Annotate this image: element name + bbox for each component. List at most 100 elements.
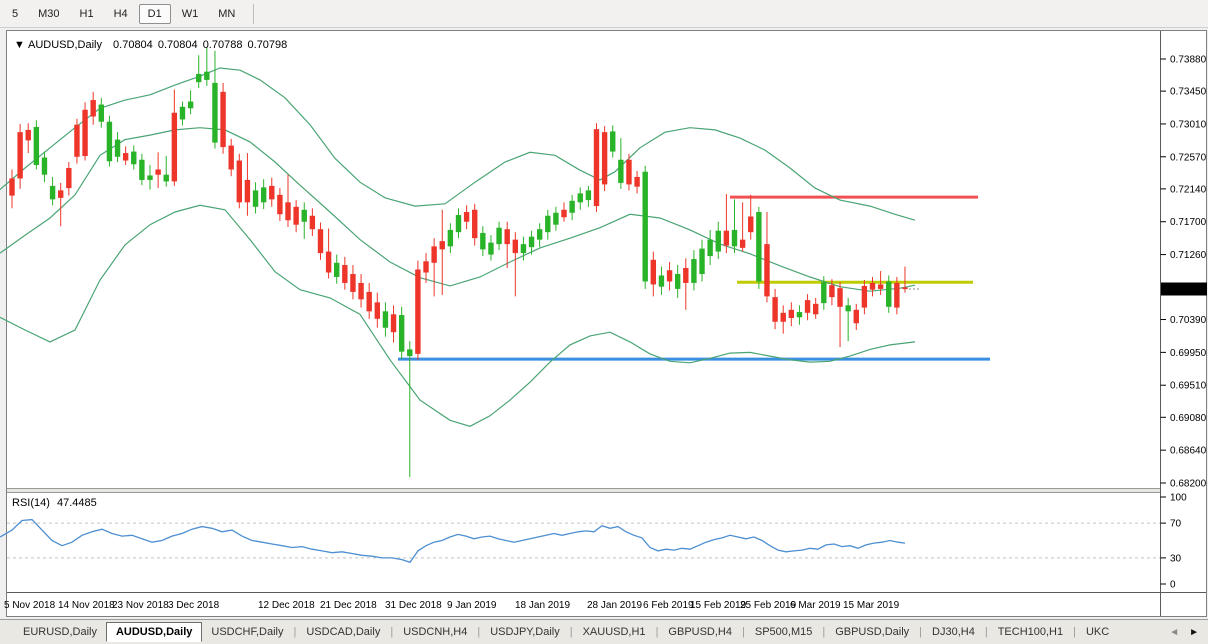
- timeframe-button-h4[interactable]: H4: [105, 4, 137, 24]
- candle-bull: [691, 259, 696, 283]
- candle-bear: [310, 216, 315, 229]
- timeframe-button-mn[interactable]: MN: [209, 4, 244, 24]
- tab-usdjpy-daily[interactable]: USDJPY,Daily: [481, 623, 569, 641]
- candle-bull: [334, 263, 339, 277]
- candle-bear: [58, 190, 63, 197]
- price-axis-label: 0.73880: [1170, 55, 1207, 66]
- price-axis-label: 0.68200: [1170, 479, 1207, 490]
- date-axis-label: 25 Feb 2019: [740, 600, 797, 611]
- date-axis-label: 5 Nov 2018: [4, 600, 56, 611]
- candle-bull: [496, 228, 501, 244]
- tab-audusd-daily[interactable]: AUDUSD,Daily: [106, 622, 202, 642]
- timeframe-button-m30[interactable]: M30: [29, 4, 68, 24]
- candle-bull: [618, 160, 623, 183]
- candle-bull: [845, 305, 850, 311]
- candle-bull: [732, 230, 737, 246]
- price-axis-label: 0.69950: [1170, 348, 1207, 359]
- timeframe-toolbar: 5M30H1H4D1W1MN: [0, 0, 1208, 28]
- price-axis-label: 0.73450: [1170, 87, 1207, 98]
- candle-bear: [358, 283, 363, 299]
- tab-tech100-h1[interactable]: TECH100,H1: [989, 623, 1072, 641]
- date-axis-label: 6 Mar 2019: [790, 600, 841, 611]
- tab-gbpusd-h4[interactable]: GBPUSD,H4: [659, 623, 741, 641]
- candle-bear: [878, 284, 883, 288]
- candle-bull: [610, 131, 615, 151]
- candle-bear: [561, 210, 566, 217]
- timeframe-button-5[interactable]: 5: [3, 4, 27, 24]
- tab-eurusd-daily[interactable]: EURUSD,Daily: [14, 623, 106, 641]
- candle-bear: [26, 130, 31, 140]
- candle-bull: [537, 229, 542, 239]
- price-axis-label: 0.69080: [1170, 413, 1207, 424]
- candle-bear: [472, 210, 477, 238]
- candle-bull: [383, 311, 388, 327]
- date-axis-label: 23 Nov 2018: [112, 600, 169, 611]
- tab-usdchf-daily[interactable]: USDCHF,Daily: [202, 623, 292, 641]
- candle-bear: [74, 125, 79, 157]
- candle-bull: [488, 243, 493, 255]
- rsi-axis-label: 100: [1170, 493, 1187, 504]
- candle-bear: [870, 283, 875, 290]
- candle-bear: [245, 180, 250, 202]
- candle-bear: [228, 146, 233, 170]
- candle-bear: [902, 287, 907, 289]
- chart-window-border: [7, 31, 1207, 617]
- candle-bear: [837, 288, 842, 307]
- date-axis[interactable]: 5 Nov 201814 Nov 201823 Nov 20183 Dec 20…: [4, 600, 900, 611]
- tab-xauusd-h1[interactable]: XAUUSD,H1: [574, 623, 655, 641]
- price-axis-label: 0.70390: [1170, 315, 1207, 326]
- tab-sp500-m15[interactable]: SP500,M15: [746, 623, 821, 641]
- candle-bear: [90, 100, 95, 116]
- candle-bull: [107, 122, 112, 162]
- candle-bear: [220, 92, 225, 147]
- timeframe-button-w1[interactable]: W1: [173, 4, 208, 24]
- quote-close: 0.70798: [248, 39, 288, 51]
- tab-dj30-h4[interactable]: DJ30,H4: [923, 623, 984, 641]
- candle-bear: [602, 132, 607, 184]
- candle-bear: [82, 110, 87, 156]
- candle-bull: [716, 231, 721, 252]
- candle-bear: [862, 286, 867, 308]
- candle-bear: [805, 300, 810, 313]
- price-axis-label: 0.72570: [1170, 152, 1207, 163]
- timeframe-button-d1[interactable]: D1: [139, 4, 171, 24]
- candle-bull: [212, 83, 217, 143]
- tab-ukc[interactable]: UKC: [1077, 623, 1118, 641]
- date-axis-label: 3 Dec 2018: [168, 600, 220, 611]
- tab-gbpusd-daily[interactable]: GBPUSD,Daily: [826, 623, 918, 641]
- candle-bull: [302, 210, 307, 222]
- timeframe-button-h1[interactable]: H1: [71, 4, 103, 24]
- candle-bear: [285, 202, 290, 220]
- tab-scroll-right-icon[interactable]: ►: [1184, 627, 1204, 638]
- quote-low: 0.70788: [203, 39, 243, 51]
- candle-bear: [829, 285, 834, 297]
- candle-bull: [196, 74, 201, 82]
- symbol-tab-bar: EURUSD,DailyAUDUSD,DailyUSDCHF,Daily|USD…: [0, 619, 1208, 644]
- date-axis-label: 14 Nov 2018: [58, 600, 115, 611]
- tab-usdcad-daily[interactable]: USDCAD,Daily: [297, 623, 389, 641]
- candle-bear: [513, 240, 518, 253]
- candle-bull: [569, 201, 574, 213]
- date-axis-label: 12 Dec 2018: [258, 600, 315, 611]
- candle-bull: [675, 274, 680, 289]
- quote-high: 0.70804: [158, 39, 198, 51]
- candle-bull: [456, 215, 461, 232]
- candle-bull: [188, 102, 193, 109]
- candle-bear: [318, 229, 323, 253]
- date-axis-label: 28 Jan 2019: [587, 600, 642, 611]
- chart-canvas: ▼ AUDUSD,Daily 0.70804 0.70804 0.70788 0…: [0, 28, 1208, 619]
- candle-bear: [66, 168, 71, 188]
- candle-bear: [651, 260, 656, 285]
- tab-usdcnh-h4[interactable]: USDCNH,H4: [394, 623, 476, 641]
- tab-scroll-left-icon[interactable]: ◄: [1164, 627, 1184, 638]
- candle-bear: [748, 217, 753, 233]
- candle-bear: [764, 244, 769, 296]
- candle-bull: [164, 175, 169, 182]
- candle-bear: [366, 292, 371, 311]
- candle-bear: [854, 310, 859, 323]
- price-axis-label: 0.69510: [1170, 381, 1207, 392]
- symbol-dropdown-icon[interactable]: ▼: [14, 39, 25, 51]
- candle-bull: [553, 213, 558, 225]
- quote-open: 0.70804: [113, 39, 153, 51]
- candle-bear: [237, 161, 242, 203]
